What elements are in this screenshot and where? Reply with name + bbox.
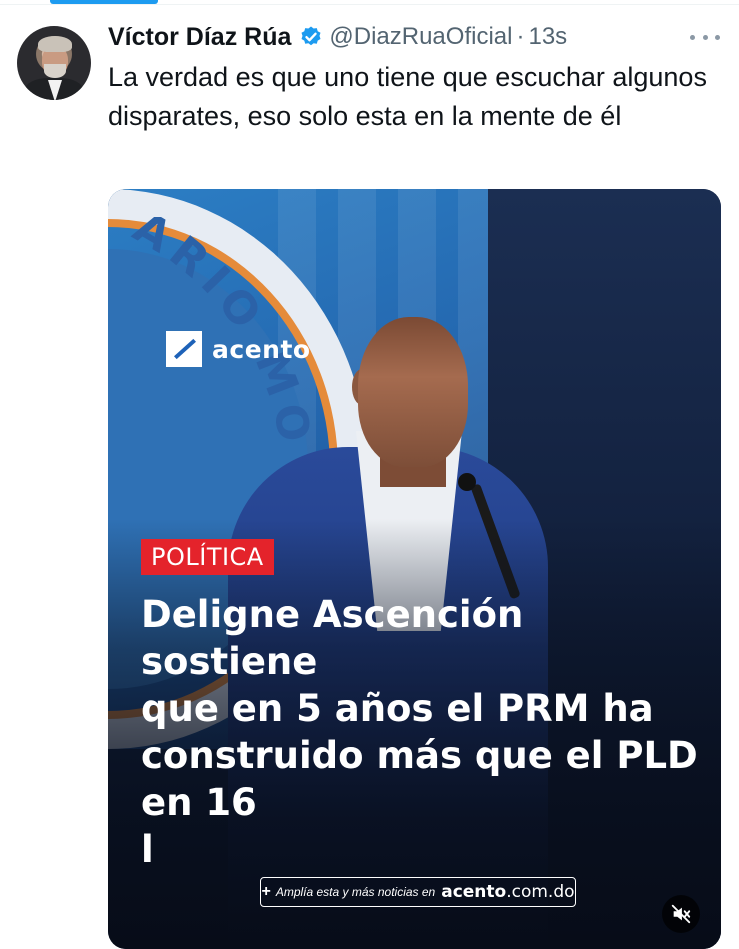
news-headline: Deligne Ascención sostiene que en 5 años… — [141, 593, 698, 871]
banner-domain: .com.do — [506, 882, 575, 902]
display-name[interactable]: Víctor Díaz Rúa — [108, 23, 291, 52]
source-banner: + Amplía esta y más noticias en acento .… — [260, 877, 576, 907]
user-handle[interactable]: @DiazRuaOficial — [329, 23, 512, 51]
banner-brand: acento — [441, 882, 507, 902]
speaker-head — [358, 317, 468, 467]
separator-dot: · — [516, 23, 525, 50]
tweet-header: Víctor Díaz Rúa @DiazRuaOficial · 13s — [108, 20, 567, 54]
acento-logo-icon — [166, 331, 202, 367]
more-options-icon[interactable] — [690, 24, 720, 50]
tweet-text: La verdad es que uno tiene que escuchar … — [108, 62, 707, 131]
timestamp[interactable]: 13s — [528, 23, 567, 51]
volume-muted-icon[interactable] — [662, 895, 700, 933]
acento-logo: acento — [166, 331, 311, 367]
verified-badge-icon — [299, 25, 323, 49]
category-badge: POLÍTICA — [141, 539, 274, 575]
divider — [0, 4, 739, 5]
plus-icon: + — [261, 883, 271, 900]
tweet-media-image[interactable]: ARIO MO acento POLÍTICA Deligne Ascenció… — [108, 189, 721, 949]
logo-text: acento — [212, 334, 311, 364]
avatar[interactable] — [17, 26, 91, 100]
banner-text: Amplía esta y más noticias en — [275, 885, 436, 899]
